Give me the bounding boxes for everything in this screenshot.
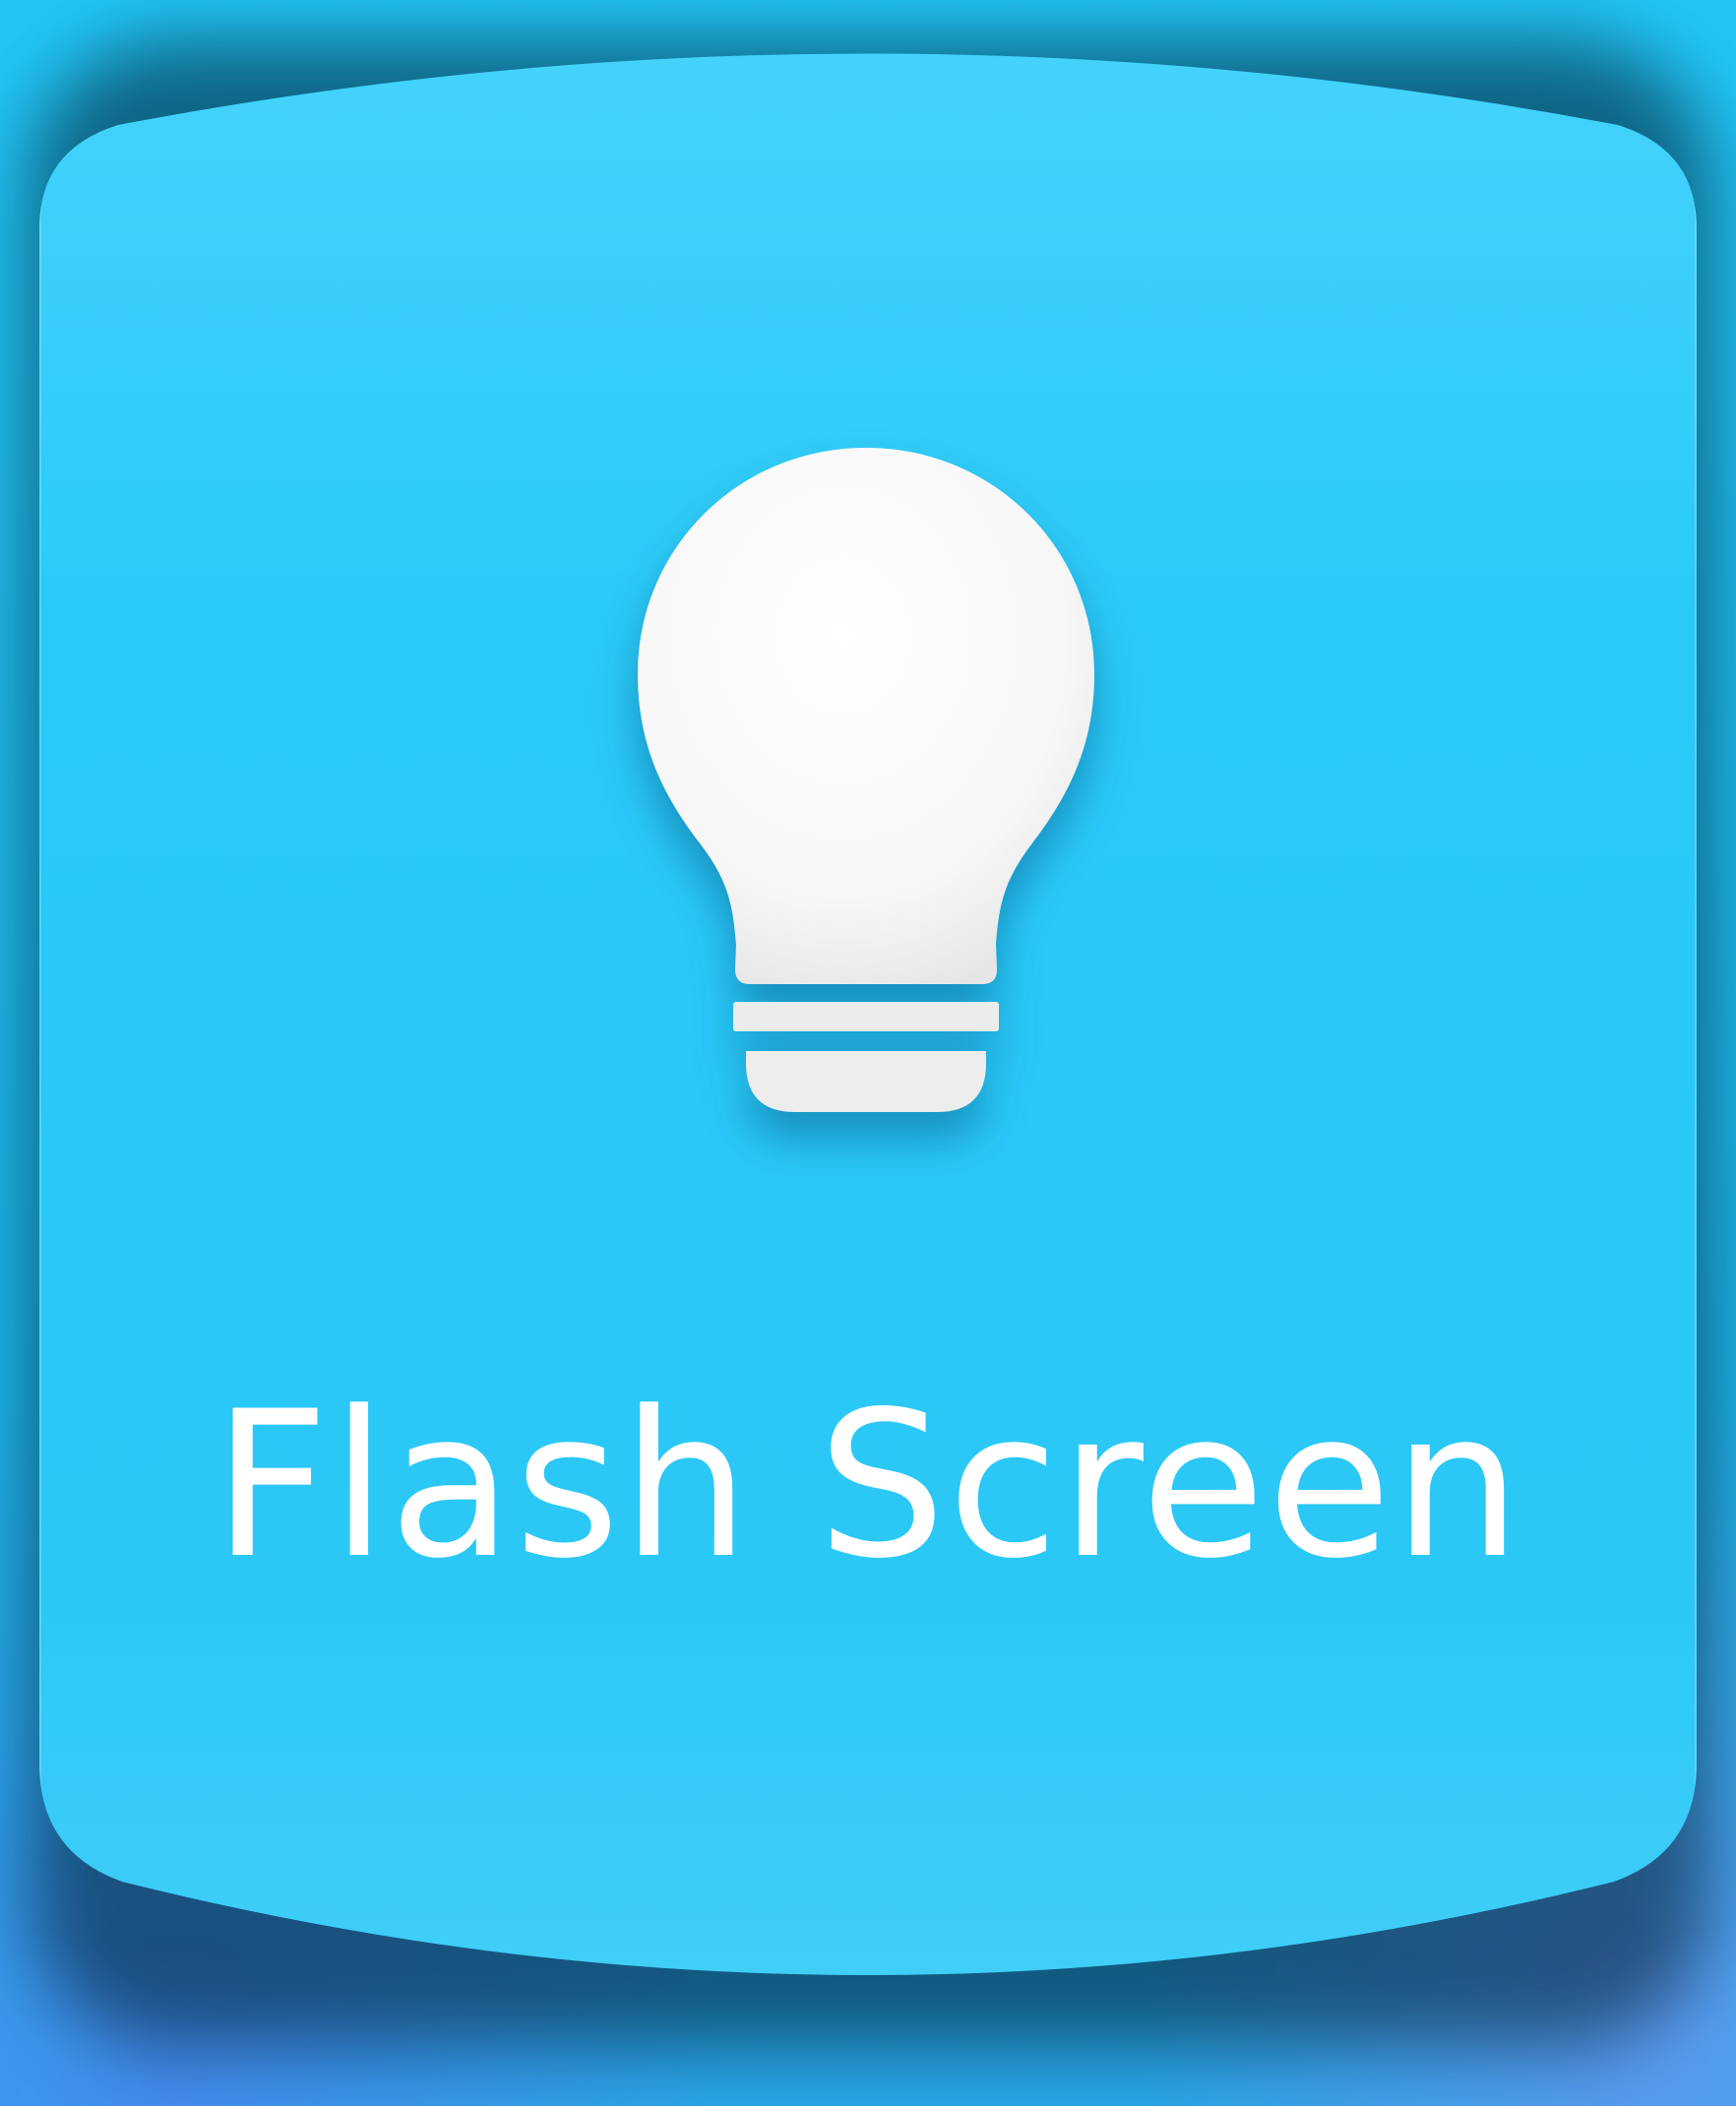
tile-label: Flash Screen bbox=[213, 1369, 1523, 1603]
lightbulb-icon bbox=[620, 433, 1112, 1142]
screen-background: Flash Screen bbox=[0, 0, 1736, 2106]
